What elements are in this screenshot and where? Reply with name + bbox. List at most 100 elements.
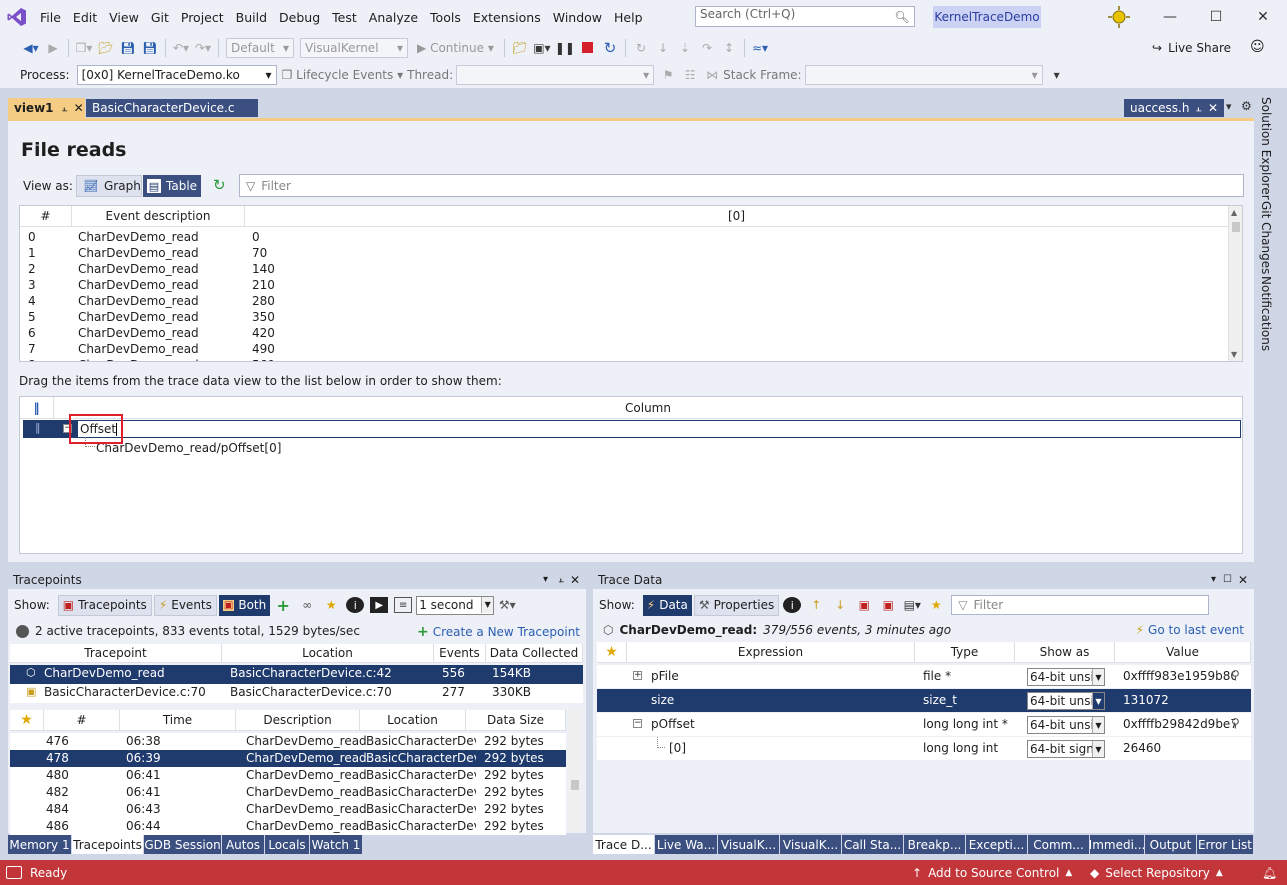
info-icon[interactable]: i (783, 597, 802, 613)
toolbar-overflow-icon[interactable]: ▾ (1048, 64, 1066, 86)
bottom-tab-live-wa[interactable]: Live Wa... (655, 835, 717, 854)
info-icon[interactable]: i (346, 597, 365, 613)
column-header[interactable]: # (44, 710, 120, 731)
add-icon[interactable]: + (274, 594, 292, 616)
toggle-data[interactable]: ⚡︎ Data (642, 594, 692, 616)
column-header[interactable]: Description (236, 710, 360, 731)
interval-combo[interactable]: 1 second ▼ (416, 595, 495, 615)
breakpoint-icon[interactable]: ▣ (855, 594, 873, 616)
side-tab-git-changes[interactable]: Git Changes (1259, 201, 1273, 274)
process-combo[interactable]: [0x0] KernelTraceDemo.ko ▾ (76, 64, 277, 85)
pause-icon[interactable]: ❚❚ (555, 37, 575, 59)
table-row[interactable]: 5 CharDevDemo_read 350 (20, 309, 1228, 325)
table-row[interactable]: 6 CharDevDemo_read 420 (20, 325, 1228, 341)
show-as-combo[interactable]: 64-bit signe ▼ (1027, 740, 1105, 758)
close-icon[interactable]: ✕ (1208, 101, 1218, 115)
wrench-icon[interactable]: ⚒▾ (498, 594, 516, 616)
menu-git[interactable]: Git (145, 6, 175, 28)
column-header[interactable]: Data Size (466, 710, 566, 731)
table-row[interactable]: 0 CharDevDemo_read 0 (20, 229, 1228, 245)
menu-build[interactable]: Build (230, 6, 273, 28)
column-header[interactable]: Data Collected (486, 644, 583, 663)
menu-help[interactable]: Help (608, 6, 649, 28)
bottom-tab-immedi[interactable]: Immedi... (1089, 835, 1145, 854)
diagnostics-icon[interactable]: ≈▾ (751, 37, 769, 59)
thread-combo[interactable]: ▾ (456, 64, 655, 85)
column-header[interactable]: Location (222, 644, 434, 663)
go-to-last-event-link[interactable]: ⚡︎ Go to last event (1136, 623, 1244, 637)
create-tracepoint-link[interactable]: + Create a New Tracepoint (417, 624, 580, 640)
live-share-button[interactable]: ↪ Live Share (1152, 41, 1231, 55)
menu-tools[interactable]: Tools (424, 6, 467, 28)
toggle-tracepoints[interactable]: ▣ Tracepoints (57, 594, 152, 616)
search-icon[interactable]: ⚲ (1231, 716, 1240, 730)
menu-file[interactable]: File (34, 6, 67, 28)
event-row[interactable]: 484 06:43 CharDevDemo_read BasicCharacterDe… (10, 801, 566, 818)
bottom-tab-error-list[interactable]: Error List (1197, 835, 1253, 854)
bottom-tab-comm[interactable]: Comm... (1028, 835, 1089, 854)
bottom-tab-memory-1[interactable]: Memory 1 (8, 835, 71, 854)
scrollbar[interactable]: ▲ ▼ (1228, 206, 1242, 361)
trace-data-row[interactable]: size size_t 64-bit unsig ▼ 131072 (597, 689, 1251, 712)
menu-analyze[interactable]: Analyze (363, 6, 424, 28)
table-row[interactable]: 4 CharDevDemo_read 280 (20, 293, 1228, 309)
star-column-icon[interactable]: ★ (597, 642, 627, 663)
gear-icon[interactable]: ⚙ (1241, 99, 1252, 113)
stop-icon[interactable] (579, 37, 597, 59)
search-icon[interactable]: ⚲ (1231, 668, 1240, 682)
bottom-tab-visualk[interactable]: VisualK... (718, 835, 779, 854)
select-repository-button[interactable]: ◆ Select Repository ▲ (1090, 866, 1223, 880)
bottom-tab-call-sta[interactable]: Call Sta... (842, 835, 903, 854)
restart-icon[interactable]: ↻ (601, 37, 619, 59)
column-header[interactable]: Type (915, 642, 1015, 663)
menu-extensions[interactable]: Extensions (467, 6, 547, 28)
menu-window[interactable]: Window (547, 6, 608, 28)
tab-basic-character-device[interactable]: BasicCharacterDevice.c (86, 99, 258, 117)
menu-test[interactable]: Test (326, 6, 363, 28)
step-over-icon[interactable]: ⇣ (676, 37, 694, 59)
undo-icon[interactable]: ↶▾ (172, 37, 190, 59)
step-back-icon[interactable]: ↕ (720, 37, 738, 59)
table-row[interactable]: 7 CharDevDemo_read 490 (20, 341, 1228, 357)
configuration-combo[interactable]: Default ▾ (226, 37, 294, 58)
table-row[interactable]: 8 CharDevDemo_read 560 (20, 357, 1228, 361)
window-layout-icon[interactable]: ▣▾ (533, 37, 551, 59)
event-row[interactable]: 486 06:44 CharDevDemo_read BasicCharacterDe… (10, 818, 566, 835)
side-tab-solution-explorer[interactable]: Solution Explorer (1259, 97, 1273, 200)
trace-data-row[interactable]: − pOffset long long int * 64-bit unsig ▼ 0xff… (597, 713, 1251, 736)
tag-icon[interactable]: ▶︎ (370, 597, 389, 613)
export-icon[interactable]: ▤▾ (903, 594, 921, 616)
event-row[interactable]: 480 06:41 CharDevDemo_read BasicCharacterDe… (10, 767, 566, 784)
show-as-combo[interactable]: 64-bit unsig ▼ (1027, 668, 1105, 686)
search-box[interactable]: Search (Ctrl+Q) 🔍︎ (695, 6, 915, 27)
menu-view[interactable]: View (103, 6, 145, 28)
breakpoint-alt-icon[interactable]: ▣ (879, 594, 897, 616)
table-row[interactable]: 3 CharDevDemo_read 210 (20, 277, 1228, 293)
column-header[interactable]: Show as (1015, 642, 1115, 663)
column-header-label[interactable]: Column (54, 397, 1242, 419)
step-out-icon[interactable]: ↷ (698, 37, 716, 59)
column-header[interactable]: Events (434, 644, 486, 663)
graph-toggle-button[interactable]: 📈︎ Graph (76, 175, 142, 197)
drag-handle-icon[interactable]: ‖ (35, 421, 41, 434)
star-icon[interactable]: ★ (927, 594, 945, 616)
column-header[interactable]: Location (360, 710, 466, 731)
bottom-tab-visualk[interactable]: VisualK... (780, 835, 841, 854)
close-window-button[interactable]: ✕ (1240, 0, 1286, 34)
pin-icon[interactable]: ⫠ (62, 103, 68, 114)
bottom-tab-gdb-session[interactable]: GDB Session (144, 835, 221, 854)
step-into-icon[interactable]: ↓ (654, 37, 672, 59)
tab-uaccess[interactable]: uaccess.h ⫠ ✕ (1124, 99, 1224, 117)
column-header-description[interactable]: Event description (72, 206, 245, 227)
close-icon[interactable]: ✕ (570, 573, 580, 587)
pin-icon[interactable]: ⫠ (1196, 103, 1202, 114)
table-row[interactable]: 2 CharDevDemo_read 140 (20, 261, 1228, 277)
menu-edit[interactable]: Edit (67, 6, 103, 28)
event-row[interactable]: 478 06:39 CharDevDemo_read BasicCharacterDe… (10, 750, 566, 767)
sun-feedback-icon[interactable] (1108, 6, 1130, 31)
scroll-down-icon[interactable]: ▼ (1231, 350, 1237, 359)
trace-data-filter-input[interactable]: ▽ Filter (951, 595, 1210, 615)
show-as-combo[interactable]: 64-bit unsig ▼ (1027, 716, 1105, 734)
forward-icon[interactable]: ▶︎ (44, 37, 62, 59)
maximize-icon[interactable]: ☐ (1223, 574, 1232, 585)
